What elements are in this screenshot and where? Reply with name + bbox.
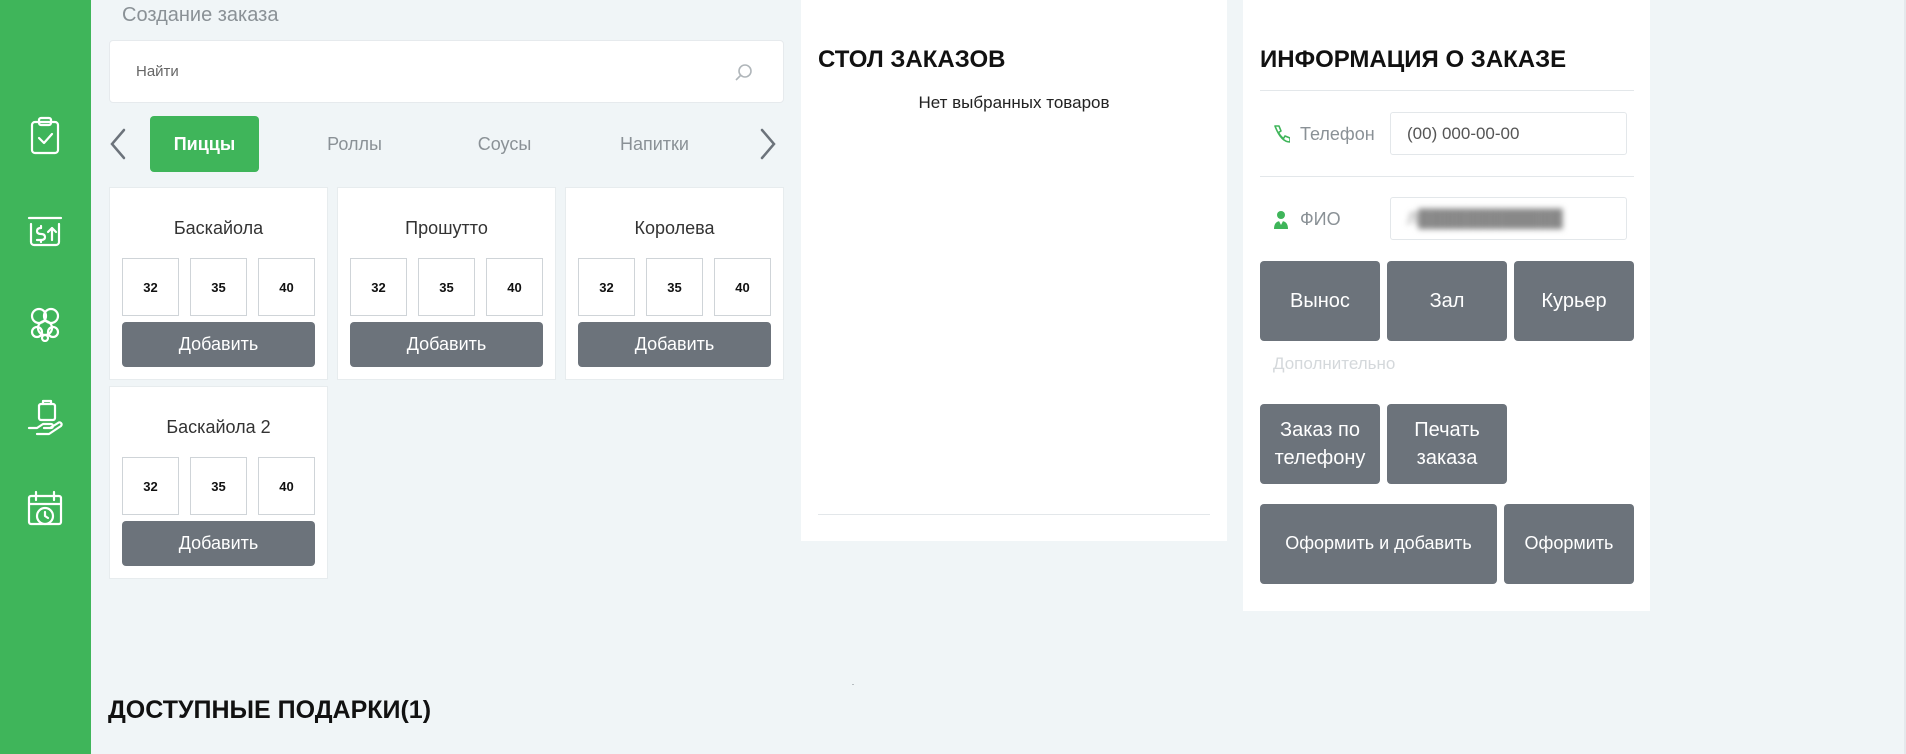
category-tabs: Пиццы Роллы Соусы Напитки <box>106 116 788 172</box>
hand-bag-icon[interactable] <box>26 396 64 440</box>
delivery-hall-button[interactable]: Зал <box>1387 261 1507 341</box>
add-button[interactable]: Добавить <box>122 322 315 367</box>
tab-sauces[interactable]: Соусы <box>450 116 559 172</box>
product-name: Прошутто <box>405 218 488 238</box>
person-icon <box>1274 211 1288 229</box>
divider <box>1260 90 1634 91</box>
phone-icon <box>1274 125 1290 143</box>
money-transfer-icon[interactable] <box>26 206 64 250</box>
tab-drinks[interactable]: Напитки <box>600 116 709 172</box>
gifts-title: ДОСТУПНЫЕ ПОДАРКИ(1) <box>108 696 432 724</box>
name-label-text: ФИО <box>1300 208 1341 229</box>
dot <box>852 684 854 685</box>
search-input[interactable] <box>136 63 736 80</box>
divider <box>818 514 1210 515</box>
add-button[interactable]: Добавить <box>122 521 315 566</box>
size-option[interactable]: 35 <box>190 457 247 515</box>
calendar-clock-icon[interactable] <box>26 488 64 532</box>
product-card: Прошутто 32 35 40 Добавить <box>337 187 556 380</box>
size-option[interactable]: 32 <box>122 258 179 316</box>
size-option[interactable]: 40 <box>258 457 315 515</box>
order-info-panel: ИНФОРМАЦИЯ О ЗАКАЗЕ Телефон ФИО Л███████… <box>1243 0 1650 611</box>
orders-table-panel: СТОЛ ЗАКАЗОВ Нет выбранных товаров <box>801 0 1227 541</box>
size-option[interactable]: 32 <box>350 258 407 316</box>
phone-input[interactable] <box>1390 112 1627 155</box>
add-button[interactable]: Добавить <box>350 322 543 367</box>
tab-rolls[interactable]: Роллы <box>300 116 409 172</box>
size-option[interactable]: 40 <box>714 258 771 316</box>
delivery-takeaway-button[interactable]: Вынос <box>1260 261 1380 341</box>
dough-icon[interactable] <box>26 300 64 344</box>
add-button[interactable]: Добавить <box>578 322 771 367</box>
chevron-left-icon[interactable] <box>106 124 130 164</box>
orders-table-title: СТОЛ ЗАКАЗОВ <box>818 46 1006 73</box>
size-option[interactable]: 35 <box>418 258 475 316</box>
size-option[interactable]: 35 <box>190 258 247 316</box>
phone-label: Телефон <box>1272 114 1375 154</box>
product-name: Баскайола 2 <box>166 417 271 437</box>
size-option[interactable]: 35 <box>646 258 703 316</box>
product-name: Королева <box>634 218 715 238</box>
chevron-right-icon[interactable] <box>756 124 780 164</box>
name-input[interactable]: Л████████████ <box>1390 197 1627 240</box>
phone-label-text: Телефон <box>1300 123 1375 144</box>
breadcrumb: Создание заказа <box>122 4 279 26</box>
name-value: Л████████████ <box>1407 208 1563 228</box>
size-option[interactable]: 40 <box>258 258 315 316</box>
submit-and-add-button[interactable]: Оформить и добавить <box>1260 504 1497 584</box>
submit-button[interactable]: Оформить <box>1504 504 1634 584</box>
print-order-button[interactable]: Печать заказа <box>1387 404 1507 484</box>
delivery-courier-button[interactable]: Курьер <box>1514 261 1634 341</box>
search-bar <box>109 40 784 103</box>
sidebar <box>0 0 91 754</box>
search-icon[interactable] <box>735 63 753 81</box>
size-option[interactable]: 40 <box>486 258 543 316</box>
phone-order-button[interactable]: Заказ по телефону <box>1260 404 1380 484</box>
product-card: Баскайола 32 35 40 Добавить <box>109 187 328 380</box>
tab-pizza[interactable]: Пиццы <box>150 116 259 172</box>
empty-orders-message: Нет выбранных товаров <box>918 93 1110 112</box>
size-option[interactable]: 32 <box>578 258 635 316</box>
product-card: Баскайола 2 32 35 40 Добавить <box>109 386 328 579</box>
order-info-title: ИНФОРМАЦИЯ О ЗАКАЗЕ <box>1260 46 1567 73</box>
divider <box>1260 176 1634 177</box>
clipboard-check-icon[interactable] <box>26 114 64 158</box>
size-option[interactable]: 32 <box>122 457 179 515</box>
extra-label[interactable]: Дополнительно <box>1273 354 1395 374</box>
product-card: Королева 32 35 40 Добавить <box>565 187 784 380</box>
product-name: Баскайола <box>173 218 264 238</box>
name-label: ФИО <box>1272 199 1341 239</box>
